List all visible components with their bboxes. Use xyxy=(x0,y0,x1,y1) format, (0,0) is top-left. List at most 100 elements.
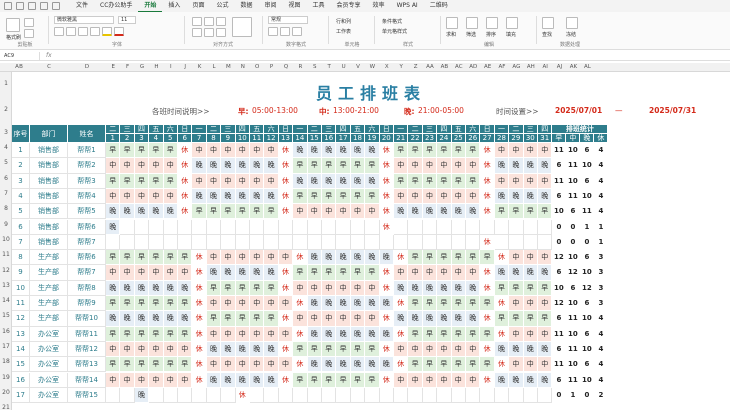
shift-cell[interactable]: 中 xyxy=(336,311,351,327)
shift-cell[interactable]: 晚 xyxy=(538,265,553,281)
shift-cell[interactable]: 晚 xyxy=(106,219,121,235)
border-icon[interactable] xyxy=(90,27,100,36)
shift-cell[interactable]: 早 xyxy=(221,280,236,296)
freeze-label[interactable]: 冻结 xyxy=(566,31,576,38)
column-letter[interactable]: AD xyxy=(466,63,480,72)
shift-cell[interactable] xyxy=(235,219,250,235)
shift-cell[interactable]: 早 xyxy=(106,357,121,373)
shift-cell[interactable]: 中 xyxy=(322,280,337,296)
shift-cell[interactable]: 休 xyxy=(480,265,495,281)
shift-cell[interactable] xyxy=(437,234,452,251)
shift-cell[interactable]: 晚 xyxy=(293,143,308,159)
shift-cell[interactable]: 休 xyxy=(192,311,207,327)
shift-cell[interactable]: 中 xyxy=(278,326,294,342)
italic-icon[interactable] xyxy=(66,27,76,36)
row-number[interactable]: 11 xyxy=(0,251,12,258)
shift-cell[interactable]: 早 xyxy=(120,143,135,159)
shift-cell[interactable]: 晚 xyxy=(437,204,452,220)
column-letter[interactable]: D xyxy=(68,63,106,72)
shift-cell[interactable] xyxy=(365,219,380,235)
shift-cell[interactable]: 晚 xyxy=(307,173,322,189)
shift-cell[interactable]: 晚 xyxy=(163,204,178,220)
shift-cell[interactable]: 晚 xyxy=(523,265,538,281)
row-number[interactable]: 15 xyxy=(0,312,12,319)
shift-cell[interactable]: 中 xyxy=(106,188,121,205)
shift-cell[interactable]: 晚 xyxy=(120,204,135,220)
shift-cell[interactable]: 晚 xyxy=(365,250,380,266)
shift-cell[interactable]: 中 xyxy=(422,188,438,205)
shift-cell[interactable]: 休 xyxy=(192,280,207,296)
shift-cell[interactable]: 早 xyxy=(235,280,250,296)
shift-cell[interactable]: 中 xyxy=(250,296,265,312)
shift-cell[interactable] xyxy=(336,234,351,251)
shift-cell[interactable] xyxy=(365,234,380,251)
row-number[interactable]: 18 xyxy=(0,358,12,365)
shift-cell[interactable]: 早 xyxy=(422,296,438,312)
shift-cell[interactable]: 早 xyxy=(538,311,553,327)
shift-cell[interactable]: 晚 xyxy=(322,357,337,373)
shift-cell[interactable]: 早 xyxy=(235,204,250,220)
shift-cell[interactable]: 晚 xyxy=(509,188,524,205)
shift-cell[interactable]: 晚 xyxy=(264,341,279,358)
shift-cell[interactable]: 早 xyxy=(437,250,452,266)
shift-cell[interactable]: 晚 xyxy=(206,372,222,388)
shift-cell[interactable]: 休 xyxy=(293,250,308,266)
shift-cell[interactable]: 中 xyxy=(149,265,164,281)
shift-cell[interactable]: 休 xyxy=(235,387,250,404)
shift-cell[interactable]: 晚 xyxy=(422,311,438,327)
shift-cell[interactable]: 早 xyxy=(422,357,438,373)
shift-cell[interactable]: 早 xyxy=(163,326,178,342)
shift-cell[interactable]: 中 xyxy=(264,357,279,373)
shift-cell[interactable] xyxy=(163,387,178,404)
align-top-icon[interactable] xyxy=(192,17,202,26)
shift-cell[interactable]: 晚 xyxy=(322,250,337,266)
shift-cell[interactable]: 中 xyxy=(206,326,222,342)
shift-cell[interactable]: 早 xyxy=(480,357,495,373)
shift-cell[interactable] xyxy=(293,387,308,404)
shift-cell[interactable] xyxy=(394,234,409,251)
shift-cell[interactable]: 晚 xyxy=(365,173,380,189)
shift-cell[interactable]: 中 xyxy=(509,250,524,266)
shift-cell[interactable]: 早 xyxy=(365,372,380,388)
shift-cell[interactable]: 中 xyxy=(451,158,466,174)
shift-cell[interactable] xyxy=(422,234,438,251)
shift-cell[interactable] xyxy=(523,387,538,404)
row-number[interactable]: 9 xyxy=(0,221,12,228)
shift-cell[interactable] xyxy=(134,219,150,235)
shift-cell[interactable]: 早 xyxy=(149,326,164,342)
shift-cell[interactable]: 早 xyxy=(293,341,308,358)
shift-cell[interactable]: 晚 xyxy=(394,280,409,296)
shift-cell[interactable]: 休 xyxy=(480,234,495,251)
shift-cell[interactable]: 早 xyxy=(106,326,121,342)
column-letter[interactable]: AI xyxy=(538,63,552,72)
shift-cell[interactable] xyxy=(178,387,193,404)
shift-cell[interactable]: 晚 xyxy=(206,158,222,174)
shift-cell[interactable]: 晚 xyxy=(163,311,178,327)
shift-cell[interactable]: 早 xyxy=(451,250,466,266)
shift-cell[interactable] xyxy=(307,387,322,404)
shift-cell[interactable]: 休 xyxy=(192,372,207,388)
shift-cell[interactable]: 晚 xyxy=(523,341,538,358)
align-center-icon[interactable] xyxy=(204,28,214,37)
shift-cell[interactable]: 早 xyxy=(523,311,538,327)
shift-cell[interactable]: 中 xyxy=(538,296,553,312)
shift-cell[interactable]: 晚 xyxy=(523,188,538,205)
shift-cell[interactable]: 中 xyxy=(235,173,250,189)
shift-cell[interactable]: 晚 xyxy=(307,250,322,266)
shift-cell[interactable] xyxy=(293,234,308,251)
shift-cell[interactable]: 晚 xyxy=(451,311,466,327)
shift-cell[interactable] xyxy=(149,387,164,404)
shift-cell[interactable]: 晚 xyxy=(221,188,236,205)
shift-cell[interactable] xyxy=(422,219,438,235)
shift-cell[interactable] xyxy=(221,234,236,251)
shift-cell[interactable]: 早 xyxy=(178,357,193,373)
shift-cell[interactable]: 早 xyxy=(422,143,438,159)
column-letter[interactable]: R xyxy=(293,63,307,72)
shift-cell[interactable]: 中 xyxy=(221,143,236,159)
row-number[interactable]: 12 xyxy=(0,267,12,274)
shift-cell[interactable]: 中 xyxy=(422,341,438,358)
shift-cell[interactable]: 中 xyxy=(149,372,164,388)
shift-cell[interactable]: 中 xyxy=(221,296,236,312)
redo-icon[interactable] xyxy=(52,2,60,10)
shift-cell[interactable] xyxy=(120,219,135,235)
